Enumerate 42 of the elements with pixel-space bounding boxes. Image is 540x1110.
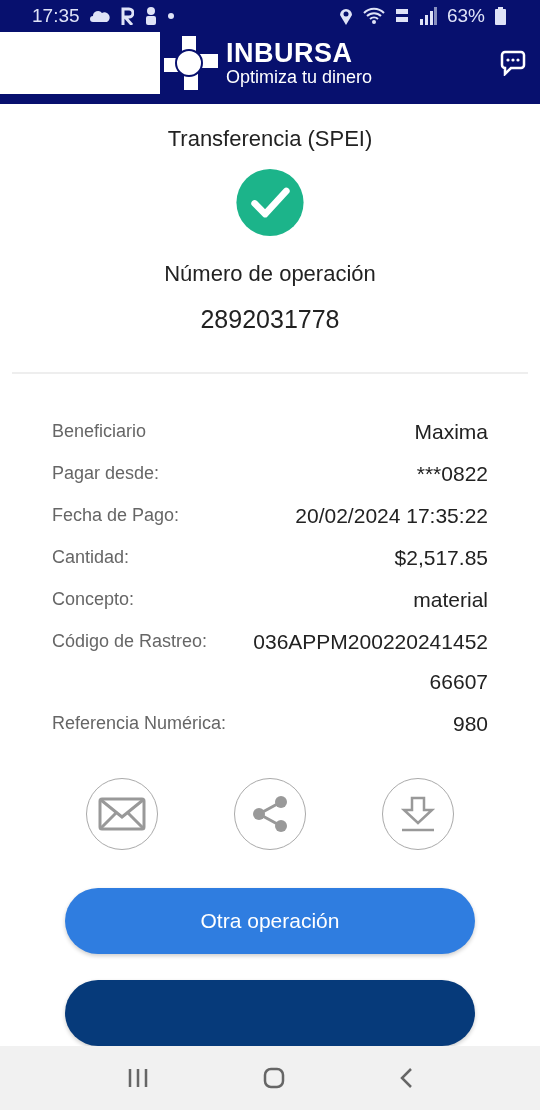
detail-value: material <box>413 587 488 613</box>
detail-label: Código de Rastreo: <box>52 630 208 653</box>
detail-value: Maxima <box>414 419 488 445</box>
envelope-icon <box>98 797 146 831</box>
secondary-button[interactable] <box>65 980 475 1046</box>
chat-icon[interactable] <box>500 50 526 76</box>
detail-value: $2,517.85 <box>394 545 488 571</box>
detail-label: Cantidad: <box>52 546 130 569</box>
share-icon <box>251 795 289 833</box>
brand-tagline: Optimiza tu dinero <box>226 67 373 87</box>
wifi-icon <box>362 7 385 25</box>
detail-label: Fecha de Pago: <box>52 504 180 527</box>
detail-label: Concepto: <box>52 588 135 611</box>
detail-label: Pagar desde: <box>52 462 160 485</box>
detail-value: 036APPM200220241452 <box>253 629 488 655</box>
volte-icon <box>394 7 409 25</box>
detail-value: 980 <box>452 711 488 737</box>
other-operation-button[interactable]: Otra operación <box>65 888 475 954</box>
dot-icon <box>167 13 174 19</box>
cloud-icon <box>89 10 110 22</box>
battery-percent: 63% <box>446 5 485 27</box>
back-icon[interactable] <box>399 1067 413 1089</box>
signal-icon <box>418 7 437 25</box>
detail-value: 66607 <box>429 669 488 695</box>
detail-value: ***0822 <box>416 461 488 487</box>
figure-icon <box>143 7 158 25</box>
battery-icon <box>495 7 506 25</box>
download-icon <box>400 796 436 832</box>
logo-icon <box>162 34 220 92</box>
receipt-title: Transferencia (SPEI) <box>167 126 373 152</box>
status-time: 17:35 <box>32 5 80 27</box>
recent-apps-icon[interactable] <box>127 1068 149 1088</box>
detail-value: 20/02/2024 17:35:22 <box>295 503 488 529</box>
operation-label: Número de operación <box>164 261 376 288</box>
detail-label: Referencia Numérica: <box>52 712 227 735</box>
operation-number: 2892031778 <box>200 305 340 335</box>
detail-label: Beneficiario <box>52 420 147 443</box>
home-icon[interactable] <box>263 1067 285 1089</box>
location-icon <box>338 7 353 25</box>
check-icon <box>234 168 306 238</box>
app-notification-icon <box>119 7 134 25</box>
brand-name: INBURSA <box>226 39 354 67</box>
